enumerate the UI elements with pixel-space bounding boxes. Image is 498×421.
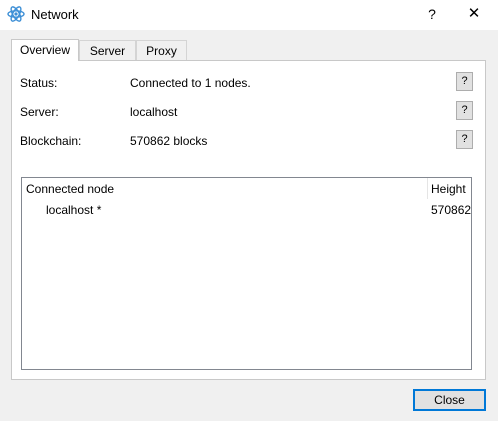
server-help-button[interactable]: ? [456,101,473,120]
title-bar: Network ? ✕ [0,0,498,30]
tab-server[interactable]: Server [79,40,136,60]
blockchain-value: 570862 blocks [130,134,208,148]
node-name: localhost * [46,203,102,217]
close-button[interactable]: Close [413,389,486,411]
close-window-icon[interactable]: ✕ [463,4,485,24]
help-button[interactable]: ? [421,4,443,24]
list-item[interactable]: localhost * 570862 [22,200,471,218]
column-header-connected-node[interactable]: Connected node [26,182,114,196]
blockchain-help-button[interactable]: ? [456,130,473,149]
blockchain-label: Blockchain: [20,134,82,148]
status-value: Connected to 1 nodes. [130,76,251,90]
server-value: localhost [130,105,178,119]
network-app-icon [7,6,25,22]
header-divider [427,178,428,199]
column-header-height[interactable]: Height [431,182,466,196]
tab-proxy[interactable]: Proxy [136,40,187,60]
list-header: Connected node Height [22,178,471,200]
connected-nodes-list[interactable]: Connected node Height localhost * 570862 [21,177,472,370]
window-title: Network [31,7,79,22]
server-label: Server: [20,105,59,119]
tab-overview[interactable]: Overview [11,39,79,61]
node-height: 570862 [431,203,472,217]
status-label: Status: [20,76,58,90]
status-help-button[interactable]: ? [456,72,473,91]
